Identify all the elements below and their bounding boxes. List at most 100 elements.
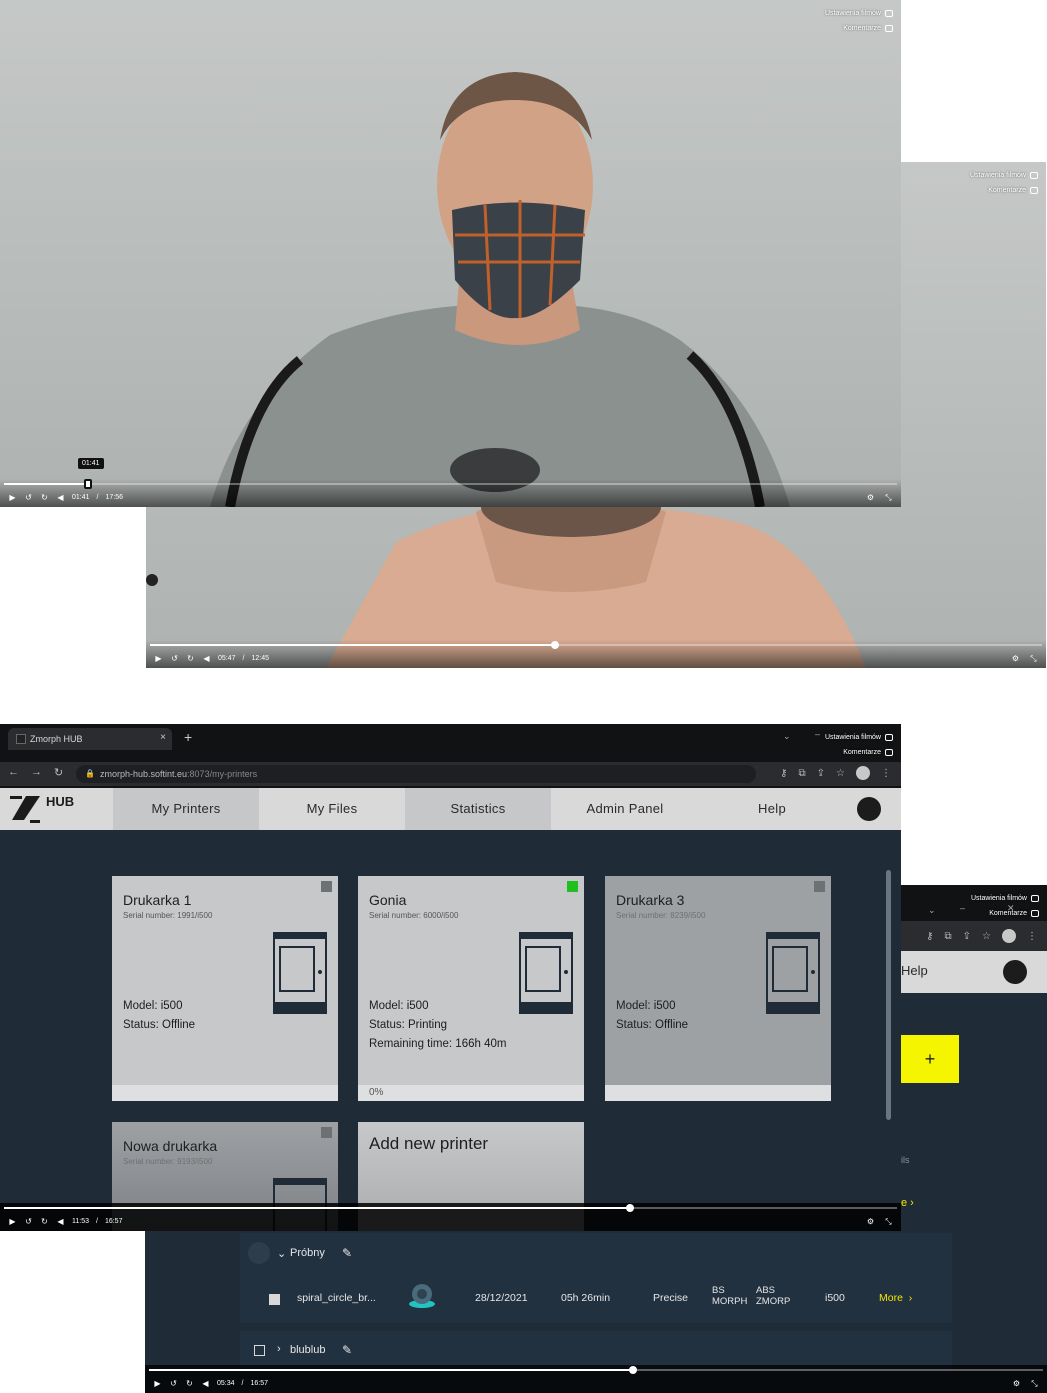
fullscreen-exit-icon[interactable]: ⤡ bbox=[884, 493, 893, 502]
nav-tab-help[interactable]: Help bbox=[901, 963, 928, 978]
url-field[interactable]: 🔒 zmorph-hub.softint.eu:8073/my-printers bbox=[76, 765, 756, 783]
rewind-icon[interactable]: ↺ bbox=[24, 493, 33, 502]
minimize-icon[interactable]: – bbox=[960, 903, 965, 913]
video-player-1[interactable]: Ustawienia filmów Komentarze 01:41 ▶ ↺ ↻… bbox=[0, 0, 901, 507]
key-icon[interactable]: ⚷ bbox=[780, 768, 787, 779]
translate-icon[interactable]: ⧉ bbox=[799, 768, 806, 779]
user-icon[interactable] bbox=[1003, 960, 1027, 984]
current-time: 05:34 bbox=[217, 1380, 235, 1387]
progress-knob[interactable] bbox=[625, 1204, 634, 1212]
file-name[interactable]: spiral_circle_br... bbox=[297, 1292, 376, 1304]
settings-icon[interactable] bbox=[885, 733, 893, 741]
comments-icon[interactable] bbox=[1031, 909, 1039, 917]
settings-label[interactable]: Ustawienia filmów bbox=[825, 734, 881, 741]
fullscreen-exit-icon[interactable]: ⤡ bbox=[1029, 654, 1038, 663]
gear-icon[interactable]: ⚙ bbox=[1012, 1379, 1021, 1388]
forward-icon[interactable]: → bbox=[31, 766, 42, 779]
rewind-icon[interactable]: ↺ bbox=[169, 1379, 178, 1388]
nav-tab-statistics[interactable]: Statistics bbox=[405, 788, 551, 830]
gear-icon[interactable]: ⚙ bbox=[866, 1217, 875, 1226]
chevron-right-icon[interactable]: › bbox=[277, 1343, 281, 1355]
settings-icon[interactable] bbox=[1031, 894, 1039, 902]
more-link[interactable]: More › bbox=[879, 1292, 912, 1304]
back-icon[interactable]: ← bbox=[8, 766, 19, 779]
printers-grid: Drukarka 1 Serial number: 1991/i500 Mode… bbox=[0, 830, 901, 1231]
forward-icon[interactable]: ↻ bbox=[40, 493, 49, 502]
folder-row[interactable]: ⌄ Próbny ✎ bbox=[240, 1233, 952, 1275]
share-icon[interactable]: ⇪ bbox=[817, 768, 825, 779]
minimize-icon[interactable]: – bbox=[815, 729, 820, 739]
nav-tab-admin-panel[interactable]: Admin Panel bbox=[551, 788, 699, 830]
rewind-icon[interactable]: ↺ bbox=[170, 654, 179, 663]
star-icon[interactable]: ☆ bbox=[836, 768, 845, 779]
settings-label[interactable]: Ustawienia filmów bbox=[971, 895, 1027, 902]
side-link[interactable]: e › bbox=[901, 1197, 914, 1209]
video-player-3[interactable]: Zmorph HUB × + ⌄ – Ustawienia filmów Kom… bbox=[0, 724, 901, 1231]
current-time: 11:53 bbox=[72, 1218, 89, 1225]
folder-name[interactable]: Próbny bbox=[290, 1247, 325, 1259]
video-progress-bar[interactable] bbox=[150, 641, 1042, 649]
nav-tab-my-files[interactable]: My Files bbox=[259, 788, 405, 830]
forward-icon[interactable]: ↻ bbox=[40, 1217, 49, 1226]
forward-icon[interactable]: ↻ bbox=[186, 654, 195, 663]
key-icon[interactable]: ⚷ bbox=[926, 931, 933, 942]
printer-card[interactable]: Gonia Serial number: 6000/i500 Model: i5… bbox=[358, 876, 584, 1101]
volume-icon[interactable]: ◀ bbox=[56, 1217, 65, 1226]
add-button[interactable]: + bbox=[901, 1035, 959, 1083]
play-icon[interactable]: ▶ bbox=[8, 1217, 17, 1226]
volume-icon[interactable]: ◀ bbox=[201, 1379, 210, 1388]
printer-card[interactable]: Drukarka 3 Serial number: 8239/i500 Mode… bbox=[605, 876, 831, 1101]
scrollbar[interactable] bbox=[886, 870, 891, 1120]
profile-avatar[interactable] bbox=[1002, 929, 1016, 943]
profile-avatar[interactable] bbox=[856, 766, 870, 780]
menu-dots-icon[interactable]: ⋮ bbox=[881, 768, 891, 779]
video-progress-bar[interactable] bbox=[4, 479, 897, 489]
printer-card[interactable]: Drukarka 1 Serial number: 1991/i500 Mode… bbox=[112, 876, 338, 1101]
folder-icon[interactable] bbox=[248, 1242, 270, 1264]
fullscreen-exit-icon[interactable]: ⤡ bbox=[884, 1217, 893, 1226]
star-icon[interactable]: ☆ bbox=[982, 931, 991, 942]
reload-icon[interactable]: ↻ bbox=[54, 766, 63, 779]
favicon-icon bbox=[16, 734, 26, 744]
pencil-icon[interactable]: ✎ bbox=[342, 1246, 352, 1260]
add-printer-label[interactable]: Add new printer bbox=[369, 1134, 488, 1154]
file-checkbox[interactable] bbox=[269, 1293, 280, 1305]
new-tab-icon[interactable]: + bbox=[184, 729, 192, 745]
gear-icon[interactable]: ⚙ bbox=[1011, 654, 1020, 663]
menu-dots-icon[interactable]: ⋮ bbox=[1027, 931, 1037, 942]
progress-knob[interactable] bbox=[628, 1366, 637, 1374]
pencil-icon[interactable]: ✎ bbox=[342, 1343, 352, 1357]
play-icon[interactable]: ▶ bbox=[8, 493, 17, 502]
video-controls: ▶ ↺ ↻ ◀ 05:34/16:57 ⚙ ⤡ bbox=[145, 1365, 1047, 1393]
rewind-icon[interactable]: ↺ bbox=[24, 1217, 33, 1226]
comments-label[interactable]: Komentarze bbox=[843, 749, 881, 756]
video-progress-bar[interactable] bbox=[4, 1204, 897, 1212]
video-progress-bar[interactable] bbox=[149, 1366, 1043, 1374]
fullscreen-exit-icon[interactable]: ⤡ bbox=[1030, 1379, 1039, 1388]
folder-name[interactable]: blublub bbox=[290, 1344, 325, 1356]
folder-checkbox[interactable] bbox=[254, 1345, 265, 1356]
play-icon[interactable]: ▶ bbox=[153, 1379, 162, 1388]
chevron-down-icon[interactable]: ⌄ bbox=[783, 731, 791, 742]
nav-tab-help[interactable]: Help bbox=[699, 788, 845, 830]
status-indicator bbox=[814, 881, 825, 892]
browser-tab[interactable]: Zmorph HUB × bbox=[8, 728, 172, 750]
comments-icon[interactable] bbox=[885, 748, 893, 756]
volume-icon[interactable]: ◀ bbox=[202, 654, 211, 663]
comments-label[interactable]: Komentarze bbox=[989, 910, 1027, 917]
close-tab-icon[interactable]: × bbox=[160, 732, 166, 743]
chevron-down-icon[interactable]: ⌄ bbox=[277, 1247, 286, 1260]
volume-icon[interactable]: ◀ bbox=[56, 493, 65, 502]
play-icon[interactable]: ▶ bbox=[154, 654, 163, 663]
gear-icon[interactable]: ⚙ bbox=[866, 493, 875, 502]
user-icon[interactable] bbox=[857, 797, 881, 821]
chevron-down-icon[interactable]: ⌄ bbox=[928, 905, 936, 916]
file-row[interactable]: spiral_circle_br... 28/12/2021 05h 26min… bbox=[240, 1275, 952, 1323]
lock-icon: 🔒 bbox=[85, 769, 95, 778]
translate-icon[interactable]: ⧉ bbox=[945, 931, 952, 942]
share-icon[interactable]: ⇪ bbox=[963, 931, 971, 942]
nav-tab-my-printers[interactable]: My Printers bbox=[113, 788, 259, 830]
progress-knob[interactable] bbox=[83, 479, 92, 489]
forward-icon[interactable]: ↻ bbox=[185, 1379, 194, 1388]
progress-knob[interactable] bbox=[550, 641, 559, 649]
